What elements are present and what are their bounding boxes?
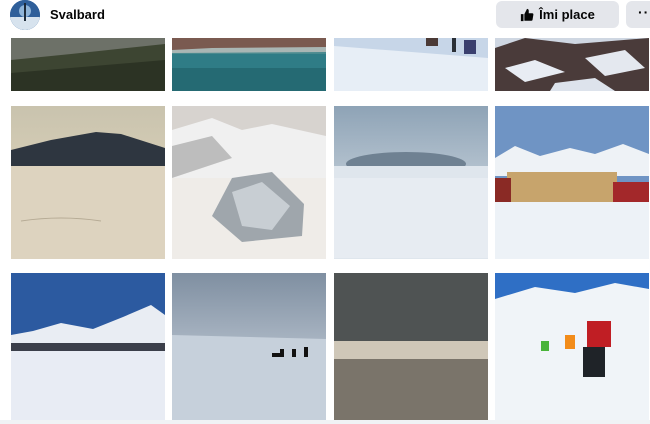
more-dots-icon: ··· [638,4,650,20]
photo-ice-block-mountains[interactable] [172,106,326,259]
thumbs-up-icon [521,8,534,21]
page-title[interactable]: Svalbard [50,7,105,22]
photo-grey-fog-horizon[interactable] [334,273,488,422]
photo-settlement-buildings[interactable] [495,106,649,259]
like-button-label: Îmi place [539,7,595,22]
photo-skiers-snowfield[interactable] [334,38,488,91]
photo-dog-sled-team[interactable] [172,273,326,422]
photo-fjord-cliffs[interactable] [172,38,326,91]
page-header: Svalbard Îmi place ··· [0,0,650,30]
photo-tundra-valley[interactable] [11,38,165,91]
page-avatar[interactable] [10,0,40,30]
more-options-button[interactable]: ··· [626,1,650,28]
photo-windswept-hill[interactable] [334,106,488,259]
like-button[interactable]: Îmi place [496,1,619,28]
page-bottom-strip [0,420,650,424]
photo-sunlit-mountain-plain[interactable] [11,106,165,259]
photo-person-sitting-snow[interactable] [495,273,649,422]
photo-blue-sky-mountains[interactable] [11,273,165,422]
photo-rocky-snow[interactable] [495,38,649,91]
